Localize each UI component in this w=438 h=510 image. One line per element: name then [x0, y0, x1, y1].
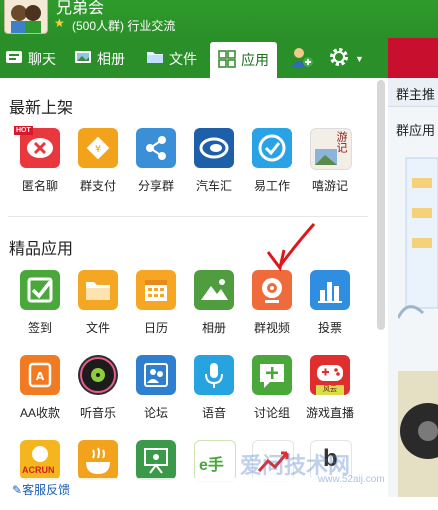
app-aa-collect[interactable]: A AA收款 — [10, 355, 70, 425]
edit-icon: ✎ — [12, 483, 23, 497]
tab-chat[interactable]: 聊天 — [5, 41, 56, 76]
right-panel-banner[interactable] — [388, 38, 438, 78]
tab-apps-label: 应用 — [241, 52, 269, 68]
gear-icon — [328, 46, 350, 71]
hot-badge: HOT — [14, 126, 33, 135]
watermark-url: www.52aij.com — [318, 474, 385, 485]
app-easy-work[interactable]: 易工作 — [242, 128, 302, 198]
app-share-group[interactable]: 分享群 — [126, 128, 186, 198]
calendar-icon — [136, 270, 176, 310]
app-group-video[interactable]: 群视频 — [242, 270, 302, 340]
check-badge-icon — [252, 128, 292, 168]
chevron-down-icon: ▼ — [355, 53, 364, 64]
tab-album-label: 相册 — [97, 50, 125, 67]
svg-text:¥: ¥ — [95, 144, 101, 155]
group-header: 兄弟会 ★ (500人群) 行业交流 — [0, 0, 438, 38]
right-panel-subtitle: 群应用 — [396, 123, 436, 138]
xiyouji-icon: 游记 — [310, 128, 352, 170]
bar-chart-icon — [310, 270, 350, 310]
right-panel: 群主推 群应用 — [388, 38, 438, 497]
app-vote[interactable]: 投票 — [300, 270, 360, 340]
eshou-icon: e手 — [194, 440, 236, 482]
aa-wallet-icon: A — [20, 355, 60, 395]
anonymous-chat-icon: HOT — [14, 126, 60, 168]
app-calendar[interactable]: 日历 — [126, 270, 186, 340]
app-car-club[interactable]: 汽车汇 — [184, 128, 244, 198]
people-board-icon — [136, 355, 176, 395]
share-icon — [136, 128, 176, 168]
feedback-link[interactable]: ✎客服反馈 — [12, 481, 70, 498]
feedback-link-label: 客服反馈 — [22, 483, 71, 497]
fengyun-badge: 风云 — [316, 385, 344, 395]
tab-files-label: 文件 — [169, 50, 197, 67]
app-xiyouji[interactable]: 游记 嘻游记 — [300, 128, 360, 198]
app-label: 游戏直播 — [305, 406, 354, 420]
app-album[interactable]: 相册 — [184, 270, 244, 340]
app-acrun[interactable]: ACRUN — [10, 440, 70, 510]
settings-button[interactable]: ▼ — [328, 41, 364, 76]
app-music[interactable]: 听音乐 — [68, 355, 128, 425]
tab-apps[interactable]: 应用 — [210, 42, 277, 78]
app-checkin[interactable]: 签到 — [10, 270, 70, 340]
folder-icon — [146, 49, 164, 68]
app-forum[interactable]: 论坛 — [126, 355, 186, 425]
app-label: 投票 — [317, 321, 342, 335]
gamepad-icon: 风云 — [310, 355, 350, 395]
tab-album[interactable]: 相册 — [74, 41, 125, 76]
group-subtitle: (500人群) 行业交流 — [72, 19, 176, 33]
svg-text:A: A — [36, 370, 45, 383]
wallet-icon: ¥ — [78, 128, 118, 168]
promo-illustration — [396, 148, 438, 348]
app-label: 嘻游记 — [311, 179, 348, 193]
xiyouji-icon-text: 游记 — [335, 131, 347, 153]
apps-grid-icon — [218, 49, 236, 71]
app-voice[interactable]: 语音 — [184, 355, 244, 425]
annotation-arrow — [266, 223, 316, 272]
checkbox-icon — [20, 270, 60, 310]
section-title-new: 最新上架 — [9, 100, 74, 117]
microphone-icon — [194, 355, 234, 395]
presentation-board-icon — [136, 440, 176, 480]
app-food[interactable] — [68, 440, 128, 510]
tab-bar: 聊天 相册 文件 应用 ▼ — [0, 38, 388, 78]
app-files[interactable]: 文件 — [68, 270, 128, 340]
section-title-featured: 精品应用 — [9, 241, 74, 258]
chat-icon — [5, 49, 23, 68]
vinyl-record-icon — [78, 355, 118, 395]
eshou-icon-text: e手 — [199, 457, 224, 474]
add-member-button[interactable] — [290, 41, 319, 76]
section-divider — [8, 216, 368, 217]
right-panel-title: 群主推 — [396, 87, 436, 102]
car-logo-icon — [194, 128, 234, 168]
app-presentation[interactable] — [126, 440, 186, 510]
album-icon — [74, 49, 92, 68]
mountain-photo-icon — [194, 270, 234, 310]
chat-plus-icon — [252, 355, 292, 395]
app-game-live[interactable]: 风云 游戏直播 — [300, 355, 360, 425]
star-icon: ★ — [54, 16, 65, 30]
tab-files[interactable]: 文件 — [146, 41, 197, 76]
webcam-icon — [252, 270, 292, 310]
tab-chat-label: 聊天 — [28, 50, 56, 67]
bowl-icon — [78, 440, 118, 480]
group-avatar[interactable] — [4, 0, 48, 34]
add-person-icon — [290, 46, 314, 71]
app-anonymous-chat[interactable]: HOT 匿名聊 — [10, 126, 70, 198]
app-group-pay[interactable]: ¥ 群支付 — [68, 128, 128, 198]
app-eshou[interactable]: e手 — [184, 440, 244, 510]
scrollbar[interactable] — [377, 80, 385, 330]
acrun-icon: ACRUN — [20, 440, 60, 480]
app-discussion[interactable]: 讨论组 — [242, 355, 302, 425]
acrun-icon-text: ACRUN — [22, 465, 55, 475]
folder-icon — [78, 270, 118, 310]
promo-image[interactable] — [398, 371, 438, 497]
